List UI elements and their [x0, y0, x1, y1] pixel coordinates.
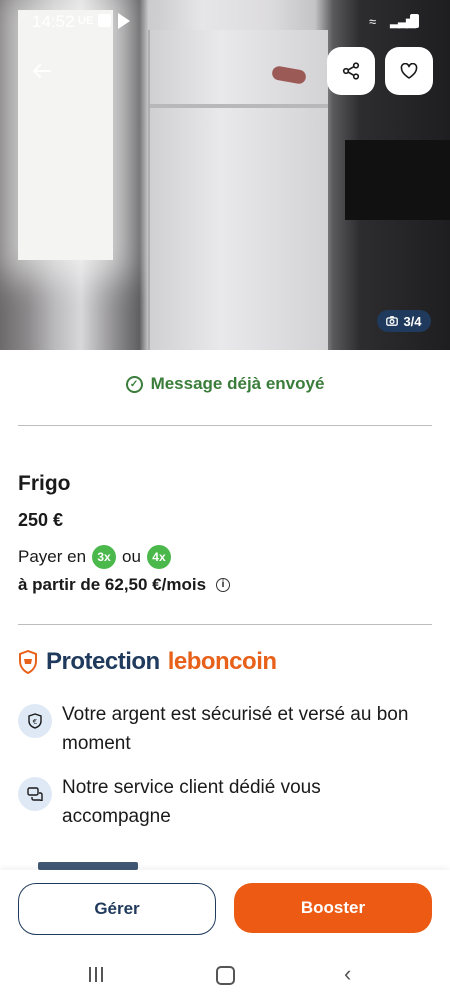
payment-options: Payer en 3x ou 4x [18, 545, 171, 569]
message-sent-text: Message déjà envoyé [150, 374, 325, 393]
status-time: 14:52 [32, 12, 75, 31]
pay-separator: ou [122, 547, 141, 566]
listing-title: Frigo [18, 472, 71, 495]
pay-prefix: Payer en [18, 547, 87, 566]
play-store-icon [118, 13, 130, 29]
boost-button[interactable]: Booster [234, 883, 432, 933]
home-button[interactable] [216, 966, 235, 985]
recent-apps-button[interactable] [89, 967, 103, 982]
status-bar: 14:52 UE ≈ ▂▃▅ [0, 0, 450, 42]
divider [18, 425, 432, 426]
check-circle-icon: ✓ [125, 376, 143, 394]
counter-image-part [345, 140, 450, 220]
protection-heading: Protection leboncoin [18, 648, 277, 676]
arrow-left-icon [33, 64, 51, 78]
fridge-door-line [150, 104, 328, 108]
pay-4x-badge: 4x [146, 545, 171, 569]
euro-shield-icon: € [18, 704, 52, 738]
window-image-part [18, 10, 113, 260]
info-icon[interactable]: i [216, 578, 231, 592]
notification-check-icon [98, 14, 111, 27]
feature-text: Votre argent est sécurisé et versé au bo… [62, 704, 409, 754]
manage-button[interactable]: Gérer [18, 883, 216, 935]
divider [18, 624, 432, 625]
listing-photo[interactable] [0, 0, 450, 350]
photo-counter-badge: 3/4 [377, 310, 431, 332]
share-button[interactable] [327, 47, 375, 95]
protection-label: Protection [46, 648, 160, 675]
system-back-button[interactable]: ‹ [344, 963, 351, 985]
feature-text: Notre service client dédié vous accompag… [62, 777, 321, 827]
share-icon [342, 62, 360, 80]
svg-text:€: € [33, 718, 37, 726]
shield-cart-icon [19, 650, 37, 674]
status-carrier: UE [78, 15, 94, 27]
chat-icon [18, 777, 52, 811]
listing-price: 250 € [18, 510, 64, 530]
heart-icon [400, 63, 418, 79]
battery-icon [410, 14, 419, 28]
message-sent-notice: ✓ Message déjà envoyé [0, 374, 450, 394]
pay-3x-badge: 3x [92, 545, 117, 569]
favorite-button[interactable] [385, 47, 433, 95]
partially-visible-text [38, 862, 138, 870]
wifi-icon: ≈ [369, 14, 377, 29]
protection-feature: € Votre argent est sécurisé et versé au … [18, 700, 432, 758]
photo-counter-text: 3/4 [403, 313, 422, 329]
camera-icon [386, 316, 399, 326]
monthly-price[interactable]: à partir de 62,50 €/mois i [18, 575, 231, 595]
leboncoin-label: leboncoin [167, 648, 277, 675]
monthly-price-text: à partir de 62,50 €/mois [18, 575, 207, 594]
protection-feature: Notre service client dédié vous accompag… [18, 773, 432, 831]
back-button[interactable] [24, 55, 60, 87]
